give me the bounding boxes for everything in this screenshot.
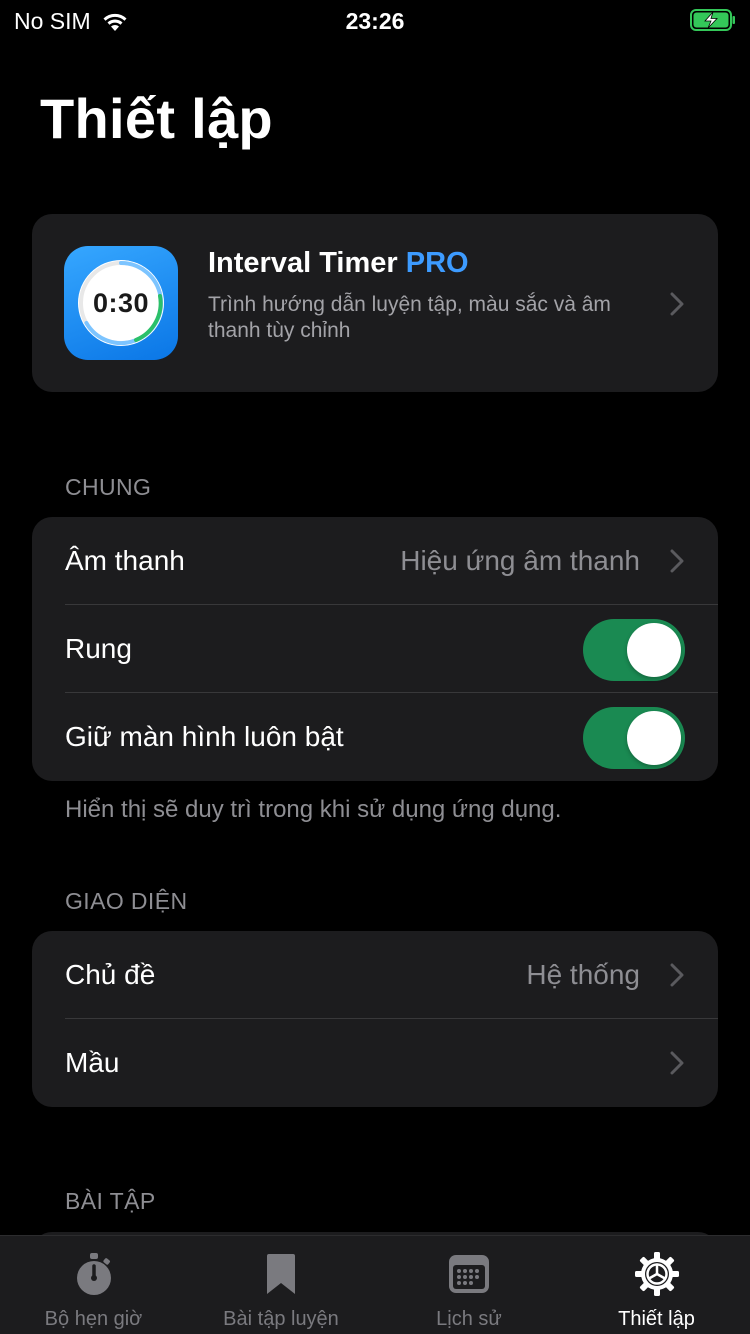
theme-value: Hệ thống: [526, 959, 640, 990]
tab-timer-label: Bộ hẹn giờ: [44, 1308, 143, 1330]
sound-value: Hiệu ứng âm thanh: [400, 545, 640, 576]
color-row[interactable]: Mầu: [32, 1019, 718, 1107]
chevron-right-icon: [670, 963, 684, 987]
bookmark-icon: [267, 1254, 295, 1294]
page-title: Thiết lập: [40, 87, 273, 150]
tab-workouts[interactable]: Bài tập luyện: [187, 1236, 375, 1334]
tab-history[interactable]: Lịch sử: [375, 1236, 563, 1334]
vibrate-toggle[interactable]: [583, 619, 685, 681]
promo-title: Interval Timer PRO: [208, 247, 469, 280]
app-icon-time: 0:30: [92, 288, 150, 318]
chevron-right-icon: [670, 292, 684, 316]
keep-screen-on-toggle[interactable]: [583, 707, 685, 769]
calendar-icon: [449, 1255, 489, 1293]
keep-screen-on-row: Giữ màn hình luôn bật: [32, 693, 718, 781]
vibrate-label: Rung: [65, 633, 132, 664]
clock: 23:26: [345, 8, 405, 34]
app-name: Interval Timer: [208, 247, 398, 279]
stopwatch-icon: [76, 1253, 111, 1295]
app-icon: 0:30: [64, 246, 178, 360]
tab-settings[interactable]: Thiết lập: [563, 1236, 750, 1334]
keep-screen-on-label: Giữ màn hình luôn bật: [65, 721, 344, 752]
section-header-workouts: BÀI TẬP: [65, 1188, 156, 1214]
sound-label: Âm thanh: [65, 545, 185, 576]
keep-screen-on-footnote: Hiển thị sẽ duy trì trong khi sử dụng ứn…: [65, 796, 562, 823]
tab-settings-label: Thiết lập: [618, 1308, 695, 1330]
theme-label: Chủ đề: [65, 959, 156, 990]
chevron-right-icon: [670, 1051, 684, 1075]
color-label: Mầu: [65, 1047, 120, 1078]
appearance-settings-group: Chủ đề Hệ thống Mầu: [32, 931, 718, 1107]
vibrate-row: Rung: [32, 605, 718, 693]
tab-history-label: Lịch sử: [436, 1308, 502, 1330]
toggle-knob: [627, 711, 681, 765]
tab-bar: Bộ hẹn giờ Bài tập luyện Lịch sử Thiết l…: [0, 1235, 750, 1334]
chevron-right-icon: [670, 549, 684, 573]
section-header-appearance: GIAO DIỆN: [65, 888, 188, 914]
pro-badge: PRO: [405, 247, 469, 279]
general-settings-group: Âm thanh Hiệu ứng âm thanh Rung Giữ màn …: [32, 517, 718, 781]
toggle-knob: [627, 623, 681, 677]
battery-charging-icon: [690, 9, 735, 31]
promo-description: Trình hướng dẫn luyện tập, màu sắc và âm…: [208, 293, 611, 342]
status-bar: No SIM 23:26: [0, 0, 750, 40]
gear-icon: [634, 1252, 679, 1296]
section-header-general: CHUNG: [65, 474, 152, 500]
tab-workouts-label: Bài tập luyện: [223, 1308, 339, 1330]
sound-row[interactable]: Âm thanh Hiệu ứng âm thanh: [32, 517, 718, 605]
pro-upgrade-card[interactable]: 0:30 Interval Timer PRO Trình hướng dẫn …: [32, 214, 718, 392]
theme-row[interactable]: Chủ đề Hệ thống: [32, 931, 718, 1019]
tab-timer[interactable]: Bộ hẹn giờ: [0, 1236, 187, 1334]
